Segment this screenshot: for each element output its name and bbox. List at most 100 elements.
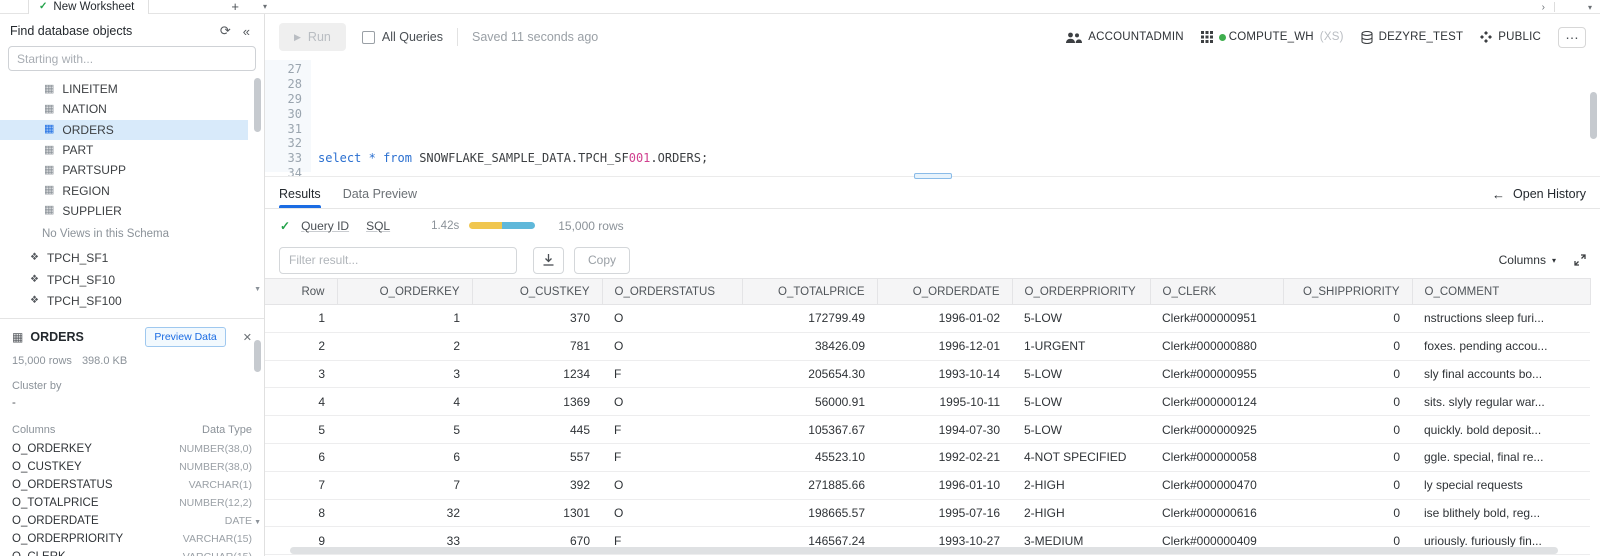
sidebar-table-orders[interactable]: ▦ ORDERS bbox=[0, 119, 248, 140]
run-button[interactable]: ▶ Run bbox=[279, 23, 346, 51]
code-line[interactable] bbox=[318, 92, 1600, 107]
cell[interactable]: 5-LOW bbox=[1012, 387, 1150, 417]
cell[interactable]: foxes. pending accou... bbox=[1412, 332, 1590, 361]
tab-list-caret-icon[interactable]: ▾ bbox=[263, 2, 267, 11]
cell[interactable]: 5-LOW bbox=[1012, 304, 1150, 333]
column-header-row[interactable]: Row bbox=[265, 278, 338, 305]
column-header-o_shippriority[interactable]: O_SHIPPRIORITY bbox=[1283, 278, 1413, 305]
column-header-o_totalprice[interactable]: O_TOTALPRICE bbox=[742, 278, 878, 305]
cell[interactable]: O bbox=[602, 471, 742, 500]
cell[interactable]: 1234 bbox=[472, 360, 602, 389]
cell[interactable]: ggle. special, final re... bbox=[1412, 443, 1590, 472]
cell[interactable]: 1995-07-16 bbox=[877, 499, 1012, 528]
cell[interactable]: 392 bbox=[472, 471, 602, 500]
code-line[interactable]: select * from SNOWFLAKE_SAMPLE_DATA.TPCH… bbox=[318, 151, 1600, 166]
cell[interactable]: 1301 bbox=[472, 499, 602, 528]
close-detail-icon[interactable]: ✕ bbox=[243, 331, 252, 344]
cell[interactable]: 45523.10 bbox=[742, 443, 877, 472]
editor-scrollbar-thumb[interactable] bbox=[1590, 92, 1597, 139]
cell[interactable]: 2 bbox=[265, 332, 337, 361]
cell[interactable]: 5 bbox=[265, 415, 337, 444]
column-header-o_orderstatus[interactable]: O_ORDERSTATUS bbox=[602, 278, 743, 305]
cell[interactable]: 0 bbox=[1283, 443, 1412, 472]
editor-code[interactable]: select * from SNOWFLAKE_SAMPLE_DATA.TPCH… bbox=[311, 60, 1600, 172]
cell[interactable]: 781 bbox=[472, 332, 602, 361]
tab-new-worksheet[interactable]: ✓ New Worksheet bbox=[28, 0, 150, 14]
sidebar-scrollbar-thumb[interactable] bbox=[254, 78, 261, 132]
sidebar-table-lineitem[interactable]: ▦ LINEITEM bbox=[0, 79, 248, 99]
sql-link[interactable]: SQL bbox=[366, 219, 390, 233]
cell[interactable]: 271885.66 bbox=[742, 471, 877, 500]
horizontal-scrollbar-thumb[interactable] bbox=[290, 547, 1558, 554]
object-search-input[interactable] bbox=[8, 46, 256, 71]
code-line[interactable] bbox=[318, 107, 1600, 122]
cell[interactable]: 1994-07-30 bbox=[877, 415, 1012, 444]
cell[interactable]: 4 bbox=[265, 387, 337, 417]
cell[interactable]: 105367.67 bbox=[742, 415, 877, 444]
cell[interactable]: O bbox=[602, 304, 742, 333]
cell[interactable]: 1992-02-21 bbox=[877, 443, 1012, 472]
cell[interactable]: F bbox=[602, 415, 742, 444]
collapse-sidebar-icon[interactable]: « bbox=[243, 24, 250, 39]
cell[interactable]: 1-URGENT bbox=[1012, 332, 1150, 361]
cell[interactable]: ise blithely bold, reg... bbox=[1412, 499, 1590, 528]
detail-scrollbar-thumb[interactable] bbox=[254, 340, 261, 372]
cell[interactable]: 3 bbox=[265, 360, 337, 389]
cell[interactable]: 5-LOW bbox=[1012, 360, 1150, 389]
sidebar-table-part[interactable]: ▦ PART bbox=[0, 140, 248, 160]
detail-scroll-down-icon[interactable]: ▼ bbox=[254, 519, 261, 526]
column-header-o_custkey[interactable]: O_CUSTKEY bbox=[472, 278, 603, 305]
role-selector[interactable]: ACCOUNTADMIN bbox=[1065, 31, 1184, 43]
sidebar-schema-tpch_sf100[interactable]: ❖ TPCH_SF100 bbox=[0, 290, 264, 312]
sidebar-schema-tpch_sf10[interactable]: ❖ TPCH_SF10 bbox=[0, 269, 264, 291]
cell[interactable]: Clerk#000000124 bbox=[1150, 387, 1283, 417]
cell[interactable]: 1993-10-14 bbox=[877, 360, 1012, 389]
code-line[interactable] bbox=[318, 122, 1600, 137]
cell[interactable]: nstructions sleep furi... bbox=[1412, 304, 1590, 333]
sidebar-table-partsupp[interactable]: ▦ PARTSUPP bbox=[0, 160, 248, 180]
cell[interactable]: 7 bbox=[337, 471, 472, 500]
query-id-link[interactable]: Query ID bbox=[301, 219, 349, 233]
cell[interactable]: O bbox=[602, 499, 742, 528]
columns-dropdown[interactable]: Columns ▾ bbox=[1499, 253, 1556, 267]
cell[interactable]: sly final accounts bo... bbox=[1412, 360, 1590, 389]
sidebar-table-nation[interactable]: ▦ NATION bbox=[0, 99, 248, 119]
tab-results[interactable]: Results bbox=[279, 180, 321, 208]
cell[interactable]: 0 bbox=[1283, 332, 1412, 361]
cell[interactable]: 56000.91 bbox=[742, 387, 877, 417]
code-line[interactable] bbox=[318, 136, 1600, 151]
cell[interactable]: 0 bbox=[1283, 471, 1412, 500]
cell[interactable]: 6 bbox=[337, 443, 472, 472]
cell[interactable]: 1996-12-01 bbox=[877, 332, 1012, 361]
code-line[interactable] bbox=[318, 77, 1600, 92]
cell[interactable]: 1995-10-11 bbox=[877, 387, 1012, 417]
open-history-button[interactable]: ← Open History bbox=[1492, 180, 1586, 208]
code-line[interactable] bbox=[318, 62, 1600, 77]
cell[interactable]: 1369 bbox=[472, 387, 602, 417]
sidebar-table-region[interactable]: ▦ REGION bbox=[0, 180, 248, 200]
filter-results-input[interactable] bbox=[279, 246, 517, 274]
cell[interactable]: 0 bbox=[1283, 304, 1412, 333]
cell[interactable]: 4-NOT SPECIFIED bbox=[1012, 443, 1150, 472]
cell[interactable]: 370 bbox=[472, 304, 602, 333]
tree-scroll-down-icon[interactable]: ▼ bbox=[254, 286, 261, 293]
copy-button[interactable]: Copy bbox=[574, 246, 631, 274]
more-options-button[interactable]: … bbox=[1558, 26, 1586, 48]
cell[interactable]: 0 bbox=[1283, 499, 1412, 528]
cell[interactable]: 0 bbox=[1283, 360, 1412, 389]
cell[interactable]: Clerk#000000058 bbox=[1150, 443, 1283, 472]
panel-splitter[interactable] bbox=[265, 172, 1600, 180]
column-header-o_comment[interactable]: O_COMMENT bbox=[1412, 278, 1591, 305]
cell[interactable]: Clerk#000000880 bbox=[1150, 332, 1283, 361]
cell[interactable]: F bbox=[602, 360, 742, 389]
column-header-o_orderdate[interactable]: O_ORDERDATE bbox=[877, 278, 1013, 305]
cell[interactable]: 38426.09 bbox=[742, 332, 877, 361]
preview-data-button[interactable]: Preview Data bbox=[145, 327, 226, 348]
cell[interactable]: O bbox=[602, 387, 742, 417]
all-queries-checkbox[interactable] bbox=[361, 30, 375, 44]
cell[interactable]: 6 bbox=[265, 443, 337, 472]
cell[interactable]: 5-LOW bbox=[1012, 415, 1150, 444]
cell[interactable]: 172799.49 bbox=[742, 304, 877, 333]
cell[interactable]: ly special requests bbox=[1412, 471, 1590, 500]
cell[interactable]: Clerk#000000951 bbox=[1150, 304, 1283, 333]
